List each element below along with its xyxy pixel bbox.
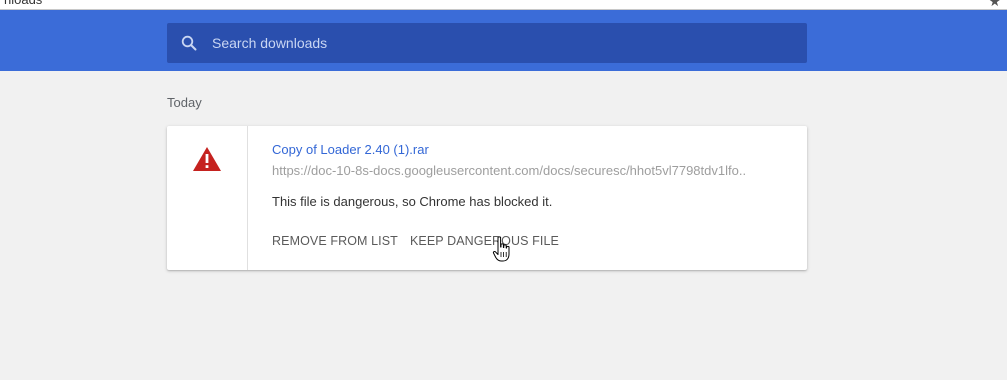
search-input[interactable] — [212, 23, 792, 63]
keep-dangerous-file-button[interactable]: KEEP DANGEROUS FILE — [410, 234, 559, 248]
warning-icon — [193, 147, 221, 171]
download-item-card: Copy of Loader 2.40 (1).rar https://doc-… — [167, 126, 807, 270]
downloads-toolbar — [0, 10, 1007, 71]
search-box[interactable] — [167, 23, 807, 63]
date-section-header: Today — [167, 95, 202, 110]
remove-from-list-button[interactable]: REMOVE FROM LIST — [272, 234, 398, 248]
file-name-link[interactable]: Copy of Loader 2.40 (1).rar — [272, 142, 429, 157]
hand-cursor-icon — [492, 236, 510, 262]
star-icon[interactable]: ★ — [988, 0, 1001, 8]
download-icon-column — [167, 126, 248, 270]
omnibox-url-text[interactable]: nloads — [4, 0, 42, 7]
omnibox-strip[interactable]: nloads ★ — [0, 0, 1007, 10]
danger-status-text: This file is dangerous, so Chrome has bl… — [272, 194, 553, 209]
search-icon — [181, 35, 197, 51]
file-source-url[interactable]: https://doc-10-8s-docs.googleusercontent… — [272, 163, 762, 178]
